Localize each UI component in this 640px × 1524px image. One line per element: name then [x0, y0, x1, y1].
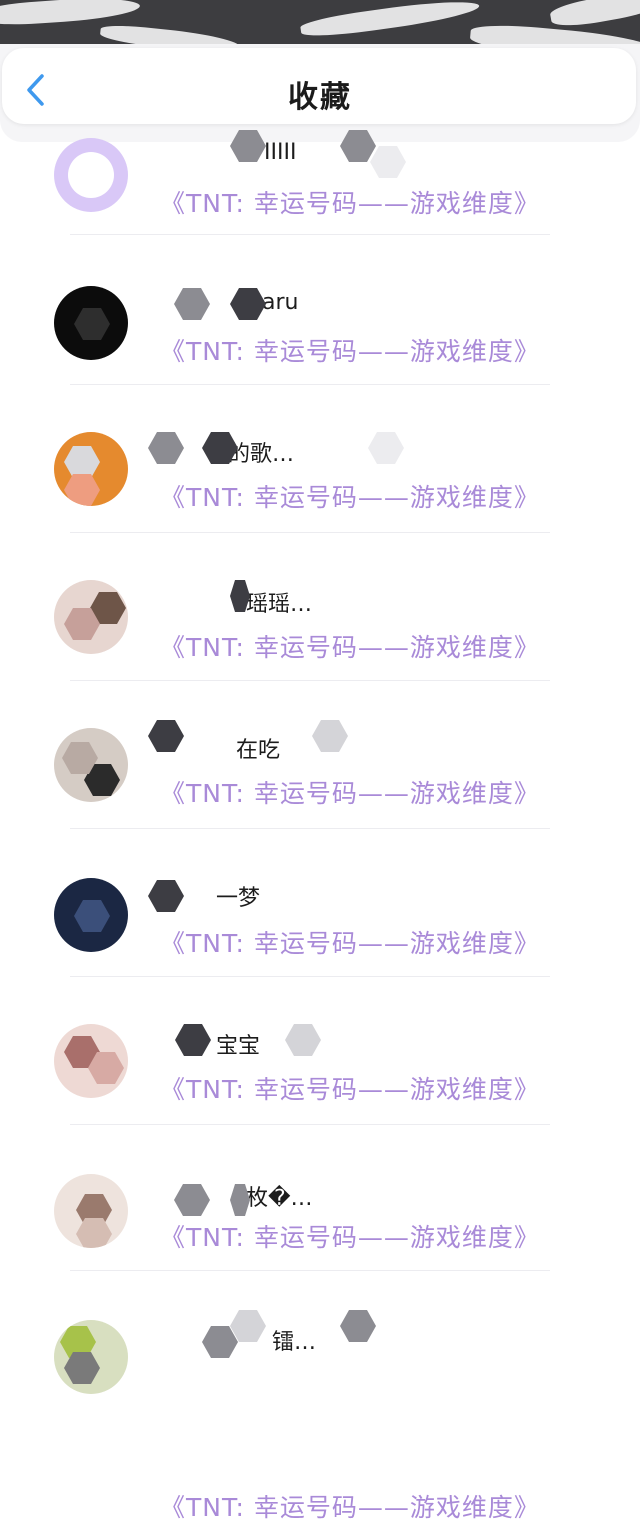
avatar[interactable] — [54, 580, 128, 654]
brush-stroke — [299, 0, 481, 41]
redaction-mosaic — [230, 130, 266, 162]
song-title[interactable]: 《TNT: 幸运号码——游戏维度》 — [160, 332, 540, 368]
song-title[interactable]: 《TNT: 幸运号码——游戏维度》 — [160, 924, 540, 960]
avatar-shape — [76, 1218, 112, 1248]
song-title[interactable]: 《TNT: 幸运号码——游戏维度》 — [160, 774, 540, 810]
redaction-mosaic — [148, 720, 184, 752]
redaction-mosaic — [285, 1024, 321, 1056]
redaction-mosaic — [368, 432, 404, 464]
redaction-mosaic — [340, 1310, 376, 1342]
avatar[interactable] — [54, 1320, 128, 1394]
divider — [70, 976, 550, 977]
song-title[interactable]: 《TNT: 幸运号码——游戏维度》 — [160, 1218, 540, 1254]
divider — [70, 384, 550, 385]
username: 瑶瑶… — [246, 592, 313, 617]
avatar-shape — [74, 308, 110, 340]
avatar-shape — [64, 446, 100, 478]
redaction-mosaic — [312, 720, 348, 752]
avatar-shape — [68, 152, 114, 198]
redaction-mosaic — [230, 1310, 266, 1342]
redaction-mosaic — [370, 146, 406, 178]
username: 一梦 — [216, 886, 261, 911]
redaction-mosaic — [202, 1326, 238, 1358]
username: 镭… — [272, 1330, 317, 1355]
username: 在吃 — [236, 738, 281, 763]
song-title[interactable]: 《TNT: 幸运号码——游戏维度》 — [160, 628, 540, 664]
divider — [70, 680, 550, 681]
avatar[interactable] — [54, 286, 128, 360]
brush-stroke — [548, 0, 640, 31]
username: 枚�… — [246, 1186, 313, 1211]
list-item[interactable]: 瑶瑶… 《TNT: 幸运号码——游戏维度》 — [0, 570, 640, 718]
list-item[interactable]: 在吃 《TNT: 幸运号码——游戏维度》 — [0, 718, 640, 866]
redaction-mosaic — [174, 1184, 210, 1216]
list-item[interactable]: IIIII 《TNT: 幸运号码——游戏维度》 — [0, 128, 640, 276]
redaction-mosaic — [340, 130, 376, 162]
divider — [70, 234, 550, 235]
avatar[interactable] — [54, 728, 128, 802]
redaction-mosaic — [174, 288, 210, 320]
list-item[interactable]: 枚�… 《TNT: 幸运号码——游戏维度》 — [0, 1162, 640, 1310]
divider — [70, 532, 550, 533]
song-title[interactable]: 《TNT: 幸运号码——游戏维度》 — [160, 1488, 540, 1524]
avatar[interactable] — [54, 1174, 128, 1248]
list-item[interactable]: 宝宝 《TNT: 幸运号码——游戏维度》 — [0, 1014, 640, 1162]
song-title[interactable]: 《TNT: 幸运号码——游戏维度》 — [160, 184, 540, 220]
avatar-shape — [64, 474, 100, 506]
redaction-mosaic — [230, 288, 266, 320]
avatar[interactable] — [54, 432, 128, 506]
avatar[interactable] — [54, 878, 128, 952]
username: IIIII — [264, 140, 297, 165]
list-item[interactable]: aru 《TNT: 幸运号码——游戏维度》 — [0, 274, 640, 422]
song-title[interactable]: 《TNT: 幸运号码——游戏维度》 — [160, 1070, 540, 1106]
list-item[interactable]: 一梦 《TNT: 幸运号码——游戏维度》 — [0, 866, 640, 1014]
redaction-mosaic — [148, 432, 184, 464]
song-title[interactable]: 《TNT: 幸运号码——游戏维度》 — [160, 478, 540, 514]
username: 的歌… — [228, 442, 295, 467]
divider — [70, 828, 550, 829]
brush-stroke — [0, 0, 141, 28]
page-title: 收藏 — [288, 80, 352, 115]
username: aru — [262, 290, 299, 315]
list-item[interactable]: 的歌… 《TNT: 幸运号码——游戏维度》 — [0, 422, 640, 570]
divider — [70, 1124, 550, 1125]
avatar-shape — [74, 900, 110, 932]
list-item[interactable]: 镭… 《TNT: 幸运号码——游戏维度》 — [0, 1310, 640, 1522]
divider — [70, 1270, 550, 1271]
avatar[interactable] — [54, 1024, 128, 1098]
username: 宝宝 — [216, 1034, 261, 1059]
redaction-mosaic — [148, 880, 184, 912]
redaction-mosaic — [175, 1024, 211, 1056]
avatar[interactable] — [54, 138, 128, 212]
